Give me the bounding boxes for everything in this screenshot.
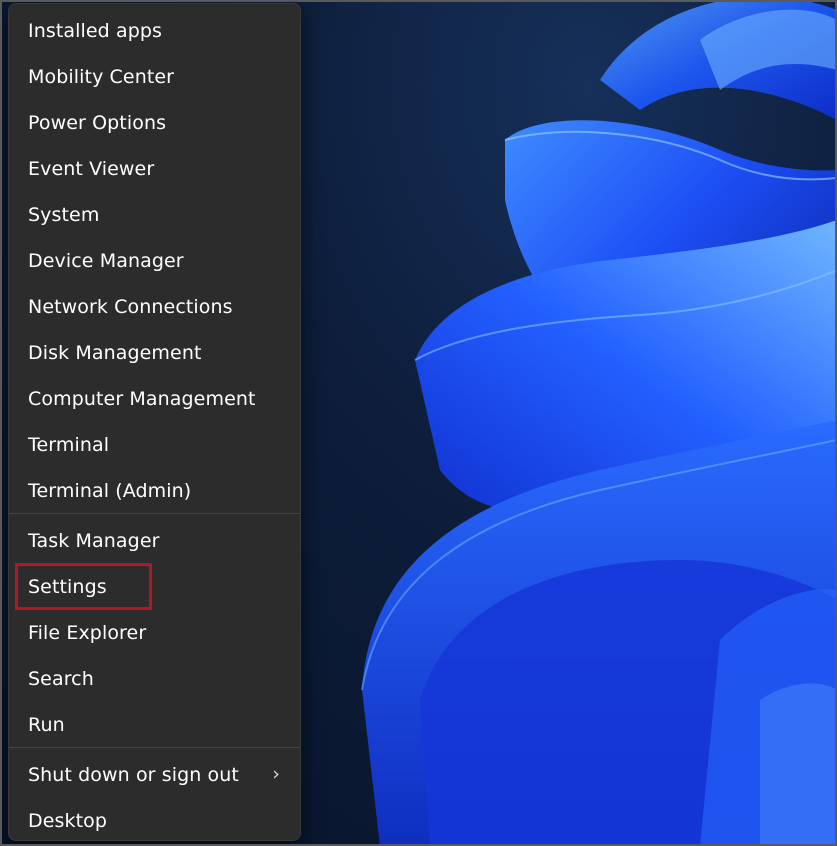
- menu-item-label: Computer Management: [28, 388, 256, 410]
- menu-item-shut-down-or-sign-out[interactable]: Shut down or sign out ›: [9, 753, 300, 797]
- menu-item-desktop[interactable]: Desktop: [9, 799, 300, 843]
- menu-item-label: System: [28, 204, 100, 226]
- menu-item-label: Run: [28, 714, 65, 736]
- menu-item-label: Search: [28, 668, 94, 690]
- menu-separator: [9, 747, 300, 748]
- menu-item-label: Event Viewer: [28, 158, 155, 180]
- menu-item-disk-management[interactable]: Disk Management: [9, 331, 300, 375]
- menu-item-label: Power Options: [28, 112, 167, 134]
- desktop-screen: Installed apps Mobility Center Power Opt…: [0, 0, 837, 846]
- menu-item-label: Task Manager: [28, 530, 160, 552]
- menu-item-search[interactable]: Search: [9, 657, 300, 701]
- menu-item-label: Mobility Center: [28, 66, 175, 88]
- menu-item-event-viewer[interactable]: Event Viewer: [9, 147, 300, 191]
- menu-item-device-manager[interactable]: Device Manager: [9, 239, 300, 283]
- menu-item-label: Shut down or sign out: [28, 764, 239, 786]
- menu-item-label: File Explorer: [28, 622, 147, 644]
- menu-item-installed-apps[interactable]: Installed apps: [9, 9, 300, 53]
- menu-item-network-connections[interactable]: Network Connections: [9, 285, 300, 329]
- menu-item-label: Terminal: [28, 434, 110, 456]
- menu-item-terminal[interactable]: Terminal: [9, 423, 300, 467]
- menu-item-label: Disk Management: [28, 342, 202, 364]
- menu-item-label: Terminal (Admin): [28, 480, 192, 502]
- chevron-right-icon: ›: [272, 762, 280, 785]
- menu-item-label: Device Manager: [28, 250, 184, 272]
- menu-item-file-explorer[interactable]: File Explorer: [9, 611, 300, 655]
- menu-item-label: Installed apps: [28, 20, 163, 42]
- menu-item-computer-management[interactable]: Computer Management: [9, 377, 300, 421]
- menu-item-run[interactable]: Run: [9, 703, 300, 747]
- menu-item-terminal-admin[interactable]: Terminal (Admin): [9, 469, 300, 513]
- menu-item-label: Network Connections: [28, 296, 233, 318]
- menu-separator: [9, 513, 300, 514]
- quick-link-menu: Installed apps Mobility Center Power Opt…: [8, 3, 301, 841]
- menu-item-settings[interactable]: Settings: [9, 565, 300, 609]
- menu-item-task-manager[interactable]: Task Manager: [9, 519, 300, 563]
- menu-item-mobility-center[interactable]: Mobility Center: [9, 55, 300, 99]
- menu-item-label: Settings: [28, 576, 107, 598]
- menu-item-label: Desktop: [28, 810, 108, 832]
- menu-item-power-options[interactable]: Power Options: [9, 101, 300, 145]
- menu-item-system[interactable]: System: [9, 193, 300, 237]
